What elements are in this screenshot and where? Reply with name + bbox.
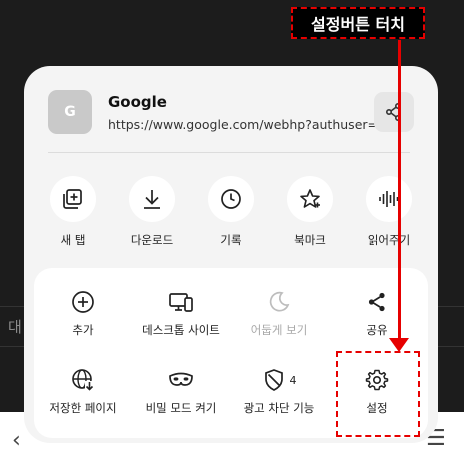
moon-icon [269, 291, 290, 312]
site-url: https://www.google.com/webhp?authuser=2 [108, 117, 386, 132]
history-icon [221, 189, 241, 209]
saved-pages-icon [72, 369, 94, 391]
menu-item-label: 비밀 모드 켜기 [145, 401, 217, 415]
menu-item-dark-mode[interactable]: 어둡게 보기 [230, 290, 328, 338]
read-aloud-button[interactable]: 읽어주기 [354, 176, 424, 248]
new-tab-icon [63, 189, 82, 209]
annotation-callout: 설정버튼 터치 [291, 7, 425, 39]
menu-item-label: 저장한 페이지 [49, 401, 117, 415]
read-aloud-label: 읽어주기 [367, 233, 411, 247]
bookmark-button[interactable]: 북마크 [275, 176, 345, 248]
menu-item-desktop-site[interactable]: 데스크톱 사이트 [132, 290, 230, 338]
menu-item-label: 추가 [72, 323, 94, 337]
menu-item-secret-mode[interactable]: 비밀 모드 켜기 [132, 368, 230, 416]
site-title: Google [108, 93, 167, 111]
download-label: 다운로드 [130, 233, 174, 247]
shield-icon [264, 369, 283, 391]
history-label: 기록 [220, 233, 242, 247]
menu-item-ad-block[interactable]: 4 광고 차단 기능 [230, 368, 328, 416]
annotation-arrow [398, 40, 401, 342]
menu-item-label: 공유 [366, 323, 388, 337]
menu-item-label: 어둡게 보기 [250, 323, 308, 337]
bookmark-star-icon [300, 189, 320, 208]
quick-actions: 새 탭 다운로드 기록 북마크 읽어주기 [24, 176, 438, 256]
annotation-arrow-head [389, 338, 409, 352]
secret-mode-icon [169, 372, 193, 386]
settings-highlight-box [336, 351, 420, 437]
history-button[interactable]: 기록 [196, 176, 266, 248]
site-info: G Google https://www.google.com/webhp?au… [24, 66, 438, 152]
share-icon [385, 102, 402, 122]
menu-item-label: 광고 차단 기능 [243, 401, 315, 415]
download-button[interactable]: 다운로드 [117, 176, 187, 248]
menu-item-label: 데스크톱 사이트 [142, 323, 220, 337]
ad-block-count-badge: 4 [289, 373, 297, 387]
divider [48, 152, 410, 153]
bookmark-label: 북마크 [294, 233, 326, 247]
background-text: 대 [8, 318, 22, 336]
new-tab-button[interactable]: 새 탭 [38, 176, 108, 248]
menu-item-add[interactable]: 추가 [34, 290, 132, 338]
share-icon [368, 292, 385, 312]
desktop-icon [169, 293, 193, 312]
menu-item-saved-pages[interactable]: 저장한 페이지 [34, 368, 132, 416]
menu-item-share[interactable]: 공유 [328, 290, 426, 338]
site-favicon: G [48, 90, 92, 134]
new-tab-label: 새 탭 [60, 233, 86, 247]
add-icon [72, 291, 94, 313]
share-page-button[interactable] [374, 92, 414, 132]
back-icon[interactable]: ‹ [12, 428, 21, 453]
download-icon [144, 190, 160, 209]
